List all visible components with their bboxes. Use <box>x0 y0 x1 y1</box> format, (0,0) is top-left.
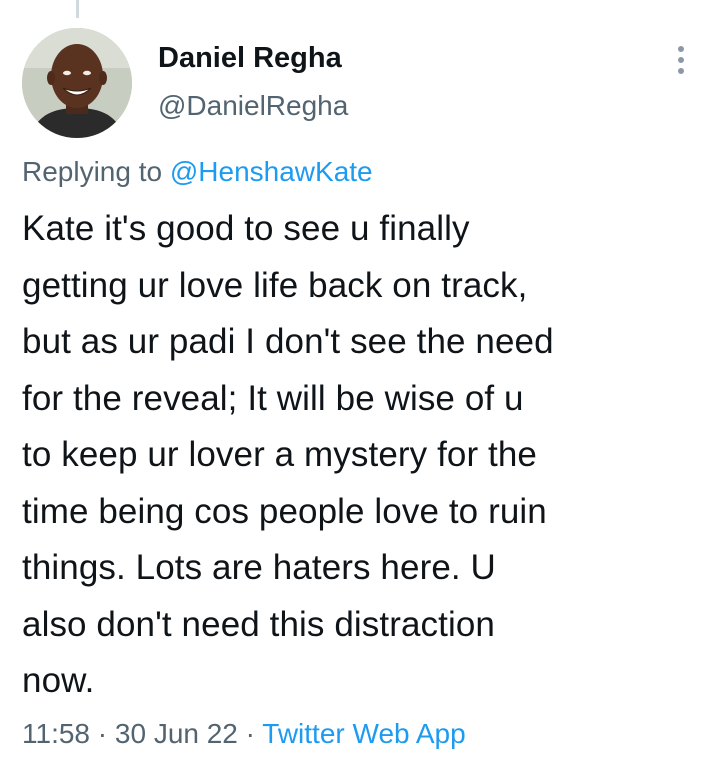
tweet-time[interactable]: 11:58 <box>22 718 90 749</box>
tweet-date[interactable]: 30 Jun 22 <box>115 718 238 749</box>
meta-separator: · <box>245 718 255 749</box>
tweet-line: to keep ur lover a mystery for the <box>22 435 538 474</box>
more-vertical-icon <box>678 46 684 52</box>
tweet-source-link[interactable]: Twitter Web App <box>262 718 465 749</box>
more-vertical-icon-dot <box>678 68 684 74</box>
tweet-text: Kate it's good to see u finally getting … <box>22 201 702 710</box>
avatar[interactable] <box>22 28 132 138</box>
tweet-line: now. <box>22 661 95 700</box>
author-name[interactable]: Daniel Regha <box>158 42 342 75</box>
tweet-line: but as ur padi I don't see the need <box>22 322 554 361</box>
tweet-line: for the reveal; It will be wise of u <box>22 378 524 418</box>
avatar-photo <box>22 28 132 138</box>
thread-connector-line <box>76 0 79 18</box>
more-vertical-icon-dot <box>678 57 684 63</box>
replying-to-mention[interactable]: @HenshawKate <box>170 156 373 187</box>
tweet-line: getting ur love life back on track, <box>22 265 528 305</box>
meta-separator: · <box>97 718 108 749</box>
replying-to: Replying to @HenshawKate <box>22 156 373 188</box>
tweet-line: things. Lots are haters here. U <box>22 548 496 587</box>
tweet-line: also don't need this distraction <box>22 604 495 644</box>
replying-to-label: Replying to <box>22 156 163 187</box>
more-options-button[interactable] <box>664 40 698 80</box>
tweet-line: Kate it's good to see u finally <box>22 209 470 248</box>
author-handle[interactable]: @DanielRegha <box>158 90 348 122</box>
tweet-meta: 11:58 · 30 Jun 22 · Twitter Web App <box>22 718 466 750</box>
tweet-line: time being cos people love to ruin <box>22 491 547 531</box>
